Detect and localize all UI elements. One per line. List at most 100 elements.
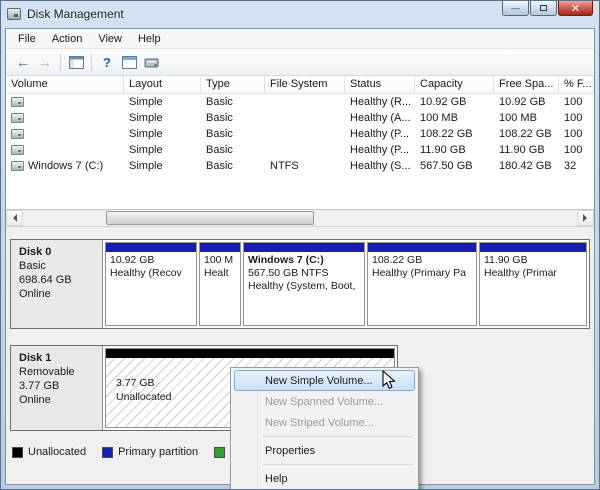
type-cell: Basic	[201, 112, 265, 124]
menu-action[interactable]: Action	[44, 30, 91, 48]
capacity-cell: 10.92 GB	[415, 96, 494, 108]
status-cell: Healthy (R...	[345, 96, 415, 108]
disk-size: 698.64 GB	[19, 273, 100, 287]
minimize-button[interactable]: —	[502, 1, 529, 16]
toolbar-separator	[60, 54, 61, 71]
disk-0-card[interactable]: Disk 0 Basic 698.64 GB Online	[11, 240, 103, 328]
column-header-capacity[interactable]: Capacity	[415, 76, 494, 93]
layout-cell: Simple	[124, 144, 201, 156]
menu-separator	[263, 436, 413, 437]
partition-system-reserved[interactable]: 100 M Healt	[199, 242, 241, 326]
back-arrow-icon: ←	[16, 55, 30, 69]
partition-primary-2[interactable]: 11.90 GB Healthy (Primar	[479, 242, 587, 326]
type-cell: Basic	[201, 144, 265, 156]
maximize-icon	[540, 5, 547, 11]
menu-file[interactable]: File	[10, 30, 44, 48]
title-bar[interactable]: Disk Management — ✕	[1, 1, 599, 27]
menu-help[interactable]: Help	[130, 30, 169, 48]
status-cell: Healthy (P...	[345, 128, 415, 140]
percent-free-cell: 100	[559, 128, 594, 140]
column-header-status[interactable]: Status	[345, 76, 415, 93]
capacity-cell: 567.50 GB	[415, 160, 494, 172]
partition-windows-c[interactable]: Windows 7 (C:) 567.50 GB NTFS Healthy (S…	[243, 242, 365, 326]
status-cell: Healthy (S...	[345, 160, 415, 172]
percent-free-cell: 100	[559, 144, 594, 156]
legend: Unallocated Primary partition	[12, 446, 246, 458]
window-view-button[interactable]	[118, 51, 140, 73]
percent-free-cell: 100	[559, 96, 594, 108]
table-row[interactable]: Windows 7 (C:) Simple Basic NTFS Healthy…	[6, 158, 594, 174]
partition-status: Healthy (Primary Pa	[372, 267, 476, 280]
table-row[interactable]: Simple Basic Healthy (A... 100 MB 100 MB…	[6, 110, 594, 126]
window-icon	[122, 56, 137, 69]
disk-view-button[interactable]	[140, 51, 162, 73]
volume-icon	[11, 113, 24, 123]
mouse-cursor	[382, 370, 398, 392]
column-header-volume[interactable]: Volume	[6, 76, 124, 93]
table-row[interactable]: Simple Basic Healthy (R... 10.92 GB 10.9…	[6, 94, 594, 110]
forward-arrow-icon: →	[38, 55, 52, 69]
disk-name: Disk 1	[19, 351, 100, 365]
horizontal-scrollbar[interactable]	[6, 210, 594, 227]
disk-size: 3.77 GB	[19, 379, 100, 393]
menu-item-help[interactable]: Help	[234, 468, 415, 489]
layout-cell: Simple	[124, 96, 201, 108]
volume-icon	[11, 97, 24, 107]
primary-partition-stripe	[106, 243, 196, 252]
scroll-right-button[interactable]	[577, 210, 594, 226]
free-space-swatch	[214, 447, 225, 458]
disk-management-app-icon	[7, 8, 21, 20]
close-button[interactable]: ✕	[558, 1, 593, 16]
volume-cell	[6, 145, 124, 155]
table-row[interactable]: Simple Basic Healthy (P... 11.90 GB 11.9…	[6, 142, 594, 158]
scroll-left-button[interactable]	[6, 210, 23, 226]
file-system-cell: NTFS	[265, 160, 345, 172]
disk-kind: Removable	[19, 365, 100, 379]
disk-kind: Basic	[19, 259, 100, 273]
unallocated-swatch	[12, 447, 23, 458]
legend-item-primary-partition: Primary partition	[102, 446, 198, 458]
status-cell: Healthy (P...	[345, 144, 415, 156]
free-space-cell: 10.92 GB	[494, 96, 559, 108]
partition-primary-1[interactable]: 108.22 GB Healthy (Primary Pa	[367, 242, 477, 326]
primary-partition-stripe	[368, 243, 476, 252]
partition-size: 11.90 GB	[484, 254, 586, 267]
column-header-layout[interactable]: Layout	[124, 76, 201, 93]
forward-button[interactable]: →	[34, 51, 56, 73]
disk-1-card[interactable]: Disk 1 Removable 3.77 GB Online	[11, 346, 103, 430]
disk-0-partitions: 10.92 GB Healthy (Recov 100 M Healt	[103, 240, 589, 328]
legend-item-unallocated: Unallocated	[12, 446, 86, 458]
column-header-percent-free[interactable]: % F...	[559, 76, 594, 93]
legend-label: Primary partition	[118, 446, 198, 458]
back-button[interactable]: ←	[12, 51, 34, 73]
volume-cell: Windows 7 (C:)	[6, 160, 124, 172]
table-row[interactable]: Simple Basic Healthy (P... 108.22 GB 108…	[6, 126, 594, 142]
partition-size: 108.22 GB	[372, 254, 476, 267]
disk-status: Online	[19, 287, 100, 301]
partition-status: Healthy (Primar	[484, 267, 586, 280]
scrollbar-thumb[interactable]	[106, 211, 314, 225]
disk-icon	[144, 56, 159, 69]
menu-view[interactable]: View	[90, 30, 130, 48]
legend-label: Unallocated	[28, 446, 86, 458]
volume-icon	[11, 145, 24, 155]
menu-item-properties[interactable]: Properties	[234, 440, 415, 461]
menu-separator	[263, 464, 413, 465]
column-header-type[interactable]: Type	[201, 76, 265, 93]
scroll-right-icon	[583, 214, 591, 222]
percent-free-cell: 32	[559, 160, 594, 172]
type-cell: Basic	[201, 160, 265, 172]
disk-management-window: Disk Management — ✕ File Action View Hel…	[0, 0, 600, 490]
volume-icon	[11, 129, 24, 139]
partition-status: Healthy (Recov	[110, 267, 196, 280]
disk-status: Online	[19, 393, 100, 407]
help-button[interactable]: ?	[96, 51, 118, 73]
volume-cell	[6, 113, 124, 123]
partition-recovery[interactable]: 10.92 GB Healthy (Recov	[105, 242, 197, 326]
type-cell: Basic	[201, 96, 265, 108]
primary-partition-swatch	[102, 447, 113, 458]
column-header-file-system[interactable]: File System	[265, 76, 345, 93]
console-tree-button[interactable]	[65, 51, 87, 73]
column-header-free-space[interactable]: Free Spa...	[494, 76, 559, 93]
maximize-button[interactable]	[530, 1, 557, 16]
